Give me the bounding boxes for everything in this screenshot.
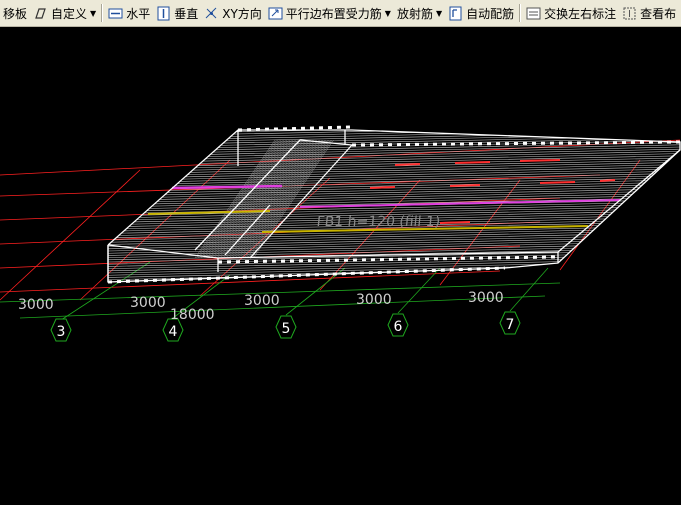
toolbar-item-label: 自定义 [51,6,88,21]
hatch-line [196,139,277,259]
toolbar-item-label: 平行边布置受力筋 [285,6,382,21]
tb-custom[interactable]: 自定义 ▼ [30,2,99,24]
parallel-edge-icon [268,6,283,21]
axis-marker-3[interactable]: 3 [50,318,72,342]
axis-markers: 3 4 5 6 7 [50,311,521,342]
dimension-text: 3000 [244,293,280,309]
auto-rebar-icon [448,6,463,21]
drawing-viewport[interactable]: FB1 h=120 (fill 1) 3 4 5 6 7 3000 3000 3… [0,27,681,505]
toolbar-item-label: 自动配筋 [466,6,515,21]
horizontal-icon [108,6,123,21]
tb-vertical[interactable]: 垂直 [153,2,201,24]
tb-view-layout[interactable]: 查看布 [619,2,679,24]
tb-swap-label[interactable]: 交换左右标注 [523,2,619,24]
chevron-down-icon[interactable]: ▼ [436,9,442,18]
toolbar-item-label: 垂直 [174,6,199,21]
dimension-text: 3000 [18,297,54,313]
xy-direction-icon [204,6,219,21]
toolbar-separator [101,4,104,22]
axis-marker-5[interactable]: 5 [275,315,297,339]
rebar-line [171,184,283,190]
dimension-labels: 3000 3000 3000 3000 3000 18000 [18,290,504,323]
axis-marker-6[interactable]: 6 [387,313,409,337]
dimension-text: 3000 [356,292,392,308]
view-layout-icon [622,6,637,21]
slab-3d[interactable]: FB1 h=120 (fill 1) [100,116,681,284]
hatch-line [200,139,282,259]
dimension-text: 3000 [468,290,504,306]
toolbar-item-label: 交换左右标注 [544,6,617,21]
tb-auto-rebar[interactable]: 自动配筋 [445,2,517,24]
rebar-line [369,186,396,189]
rebar-line [449,184,481,187]
rebar-line [539,181,576,184]
toolbar-item-label: 查看布 [640,6,677,21]
vertical-icon [156,6,171,21]
hatch-line [108,130,680,131]
toolbar-item-label: XY方向 [222,6,262,21]
tb-horizontal[interactable]: 水平 [105,2,153,24]
tb-xy-direction[interactable]: XY方向 [201,2,265,24]
hatch-line [202,139,283,259]
grid-line-red [0,270,501,293]
toolbar: 移板 自定义 ▼ 水平 垂直 XY方向 平行边布置受力筋 ▼ 放射筋 ▼ 自动配… [0,0,681,27]
rebar-line [599,179,616,182]
hatch-line [100,116,681,128]
grid-line-green [509,267,549,312]
rebar-line [519,159,561,162]
rebar-line [439,221,471,224]
tb-slab[interactable]: 移板 [0,2,30,24]
grid-line-green [60,261,151,321]
toolbar-separator [519,4,522,22]
axis-marker-7[interactable]: 7 [499,311,521,335]
axis-label: 6 [394,319,403,335]
tb-parallel-edge[interactable]: 平行边布置受力筋 ▼ [265,2,394,24]
toolbar-item-label: 放射筋 [396,6,433,21]
tb-radial-bar[interactable]: 放射筋 ▼ [394,2,445,24]
hatch-line [199,139,280,259]
chevron-down-icon[interactable]: ▼ [385,9,391,18]
axis-label: 5 [282,321,291,337]
hatch-line [108,130,680,140]
slab-label: FB1 h=120 (fill 1) [316,214,441,230]
toolbar-item-label: 移板 [3,6,28,21]
axis-label: 4 [169,324,178,340]
custom-shape-icon [33,6,48,21]
dimension-total: 18000 [170,307,215,323]
chevron-down-icon[interactable]: ▼ [90,9,96,18]
swap-label-icon [526,6,541,21]
axis-label: 7 [506,317,515,333]
axis-label: 3 [57,324,66,340]
rebar-line [394,163,421,166]
grid-line-green [19,295,546,319]
toolbar-item-label: 水平 [126,6,151,21]
rebar-line [454,161,491,164]
hatch-line [108,130,680,133]
dimension-text: 3000 [130,295,166,311]
hatch-line [108,130,680,135]
rebar-line [299,199,621,208]
